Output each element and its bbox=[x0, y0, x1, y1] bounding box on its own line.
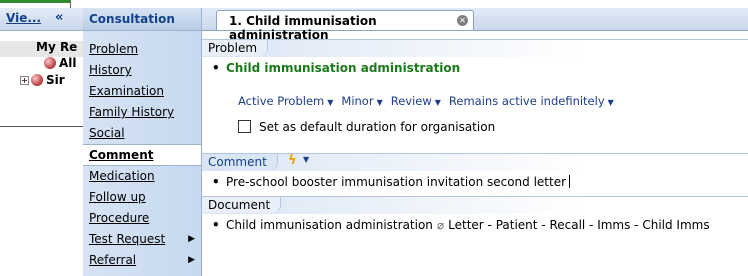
document-section-header: Document bbox=[202, 196, 748, 214]
menu-item-label: Referral bbox=[89, 253, 137, 267]
bullet-icon: • bbox=[212, 61, 220, 75]
comment-section-caption: Comment bbox=[202, 154, 278, 170]
top-divider bbox=[70, 0, 71, 8]
view-row-label: My Re bbox=[36, 40, 78, 54]
submenu-arrow-icon: ▶ bbox=[188, 255, 195, 265]
text-cursor bbox=[569, 175, 571, 188]
top-strip bbox=[0, 0, 748, 8]
menu-item-test-request[interactable]: Test Request ▶ bbox=[83, 229, 201, 250]
problem-duration-dropdown[interactable]: Remains active indefinitely bbox=[449, 94, 605, 108]
problem-status-dropdown[interactable]: Active Problem bbox=[238, 94, 324, 108]
problem-review-dropdown[interactable]: Review bbox=[391, 94, 432, 108]
tab-child-immunisation[interactable]: 1. Child immunisation administration ✕ bbox=[216, 10, 474, 42]
problem-attributes: Active Problem ▼ Minor ▼ Review ▼ Remains acti… bbox=[238, 94, 622, 108]
globe-icon bbox=[44, 57, 56, 69]
document-detail: Letter - Patient - Recall - Imms - Child… bbox=[448, 218, 710, 232]
menu-item-history[interactable]: History bbox=[83, 60, 201, 81]
comment-section-header: Comment ϟ ▼ bbox=[202, 153, 748, 171]
view-row-label: Sir bbox=[46, 73, 65, 87]
default-duration-checkbox[interactable] bbox=[238, 120, 251, 133]
menu-item-social[interactable]: Social bbox=[83, 123, 201, 144]
menu-item-follow-up[interactable]: Follow up bbox=[83, 187, 201, 208]
menu-item-label: Problem bbox=[89, 42, 139, 56]
dropdown-arrow-icon[interactable]: ▼ bbox=[377, 98, 383, 107]
menu-item-label: History bbox=[89, 63, 132, 77]
problem-section-caption: Problem bbox=[202, 40, 269, 56]
dropdown-arrow-icon[interactable]: ▼ bbox=[303, 155, 309, 164]
view-row-sir[interactable]: + Sir bbox=[20, 73, 65, 87]
problem-section-header: Problem bbox=[202, 39, 748, 57]
menu-item-label: Test Request bbox=[89, 232, 166, 246]
document-entry[interactable]: • Child immunisation administration ⌀ Lette… bbox=[212, 218, 710, 232]
dropdown-arrow-icon[interactable]: ▼ bbox=[327, 98, 333, 107]
lightning-icon[interactable]: ϟ bbox=[288, 153, 297, 168]
menu-item-procedure[interactable]: Procedure bbox=[83, 208, 201, 229]
dropdown-arrow-icon[interactable]: ▼ bbox=[608, 98, 614, 107]
menu-item-label: Comment bbox=[89, 148, 154, 162]
menu-item-examination[interactable]: Examination bbox=[83, 81, 201, 102]
tab-label: 1. Child immunisation administration bbox=[229, 14, 377, 42]
menu-item-label: Family History bbox=[89, 105, 175, 119]
menu-item-problem[interactable]: Problem bbox=[83, 39, 201, 60]
document-section-caption: Document bbox=[202, 197, 282, 213]
submenu-arrow-icon: ▶ bbox=[188, 234, 195, 244]
menu-item-label: Examination bbox=[89, 84, 165, 98]
comment-entry[interactable]: • Pre-school booster immunisation invitat… bbox=[212, 175, 571, 189]
tab-bar: 1. Child immunisation administration ✕ bbox=[202, 8, 748, 42]
close-icon[interactable]: ✕ bbox=[457, 15, 468, 26]
menu-item-label: Follow up bbox=[89, 190, 146, 204]
menu-item-comment[interactable]: Comment bbox=[83, 144, 201, 166]
problem-title: Child immunisation administration bbox=[226, 61, 461, 75]
consultation-menu: Consultation Problem History Examination… bbox=[83, 8, 202, 276]
default-duration-row: Set as default duration for organisation bbox=[238, 120, 495, 134]
dropdown-arrow-icon[interactable]: ▼ bbox=[435, 98, 441, 107]
problem-severity-dropdown[interactable]: Minor bbox=[341, 94, 373, 108]
top-accent bbox=[0, 0, 70, 3]
view-panel-header: Vie... « bbox=[0, 8, 83, 31]
attachment-icon[interactable]: ⌀ bbox=[437, 218, 444, 232]
expand-icon[interactable]: + bbox=[20, 76, 29, 85]
collapse-icon[interactable]: « bbox=[55, 10, 63, 25]
view-panel-title[interactable]: Vie... bbox=[6, 11, 41, 25]
comment-text[interactable]: Pre-school booster immunisation invitati… bbox=[226, 175, 566, 189]
view-panel: Vie... « My Re All + Sir bbox=[0, 8, 84, 276]
menu-item-referral[interactable]: Referral ▶ bbox=[83, 250, 201, 271]
panel-divider bbox=[0, 126, 83, 127]
default-duration-label: Set as default duration for organisation bbox=[259, 120, 496, 134]
menu-item-family-history[interactable]: Family History bbox=[83, 102, 201, 123]
consultation-menu-header: Consultation bbox=[83, 8, 201, 31]
view-row-label: All bbox=[59, 56, 77, 70]
bullet-icon: • bbox=[212, 175, 220, 189]
bullet-icon: • bbox=[212, 218, 220, 232]
menu-item-label: Medication bbox=[89, 169, 155, 183]
view-row-all[interactable]: All bbox=[44, 56, 77, 70]
consultation-content: 1. Child immunisation administration ✕ P… bbox=[202, 8, 748, 276]
view-row-my[interactable]: My Re bbox=[36, 40, 77, 54]
menu-item-label: Social bbox=[89, 126, 125, 140]
consultation-menu-title: Consultation bbox=[89, 12, 175, 26]
problem-entry[interactable]: • Child immunisation administration bbox=[212, 61, 460, 75]
document-title: Child immunisation administration bbox=[226, 218, 433, 232]
menu-item-label: Procedure bbox=[89, 211, 150, 225]
menu-item-medication[interactable]: Medication bbox=[83, 166, 201, 187]
globe-icon bbox=[31, 74, 43, 86]
